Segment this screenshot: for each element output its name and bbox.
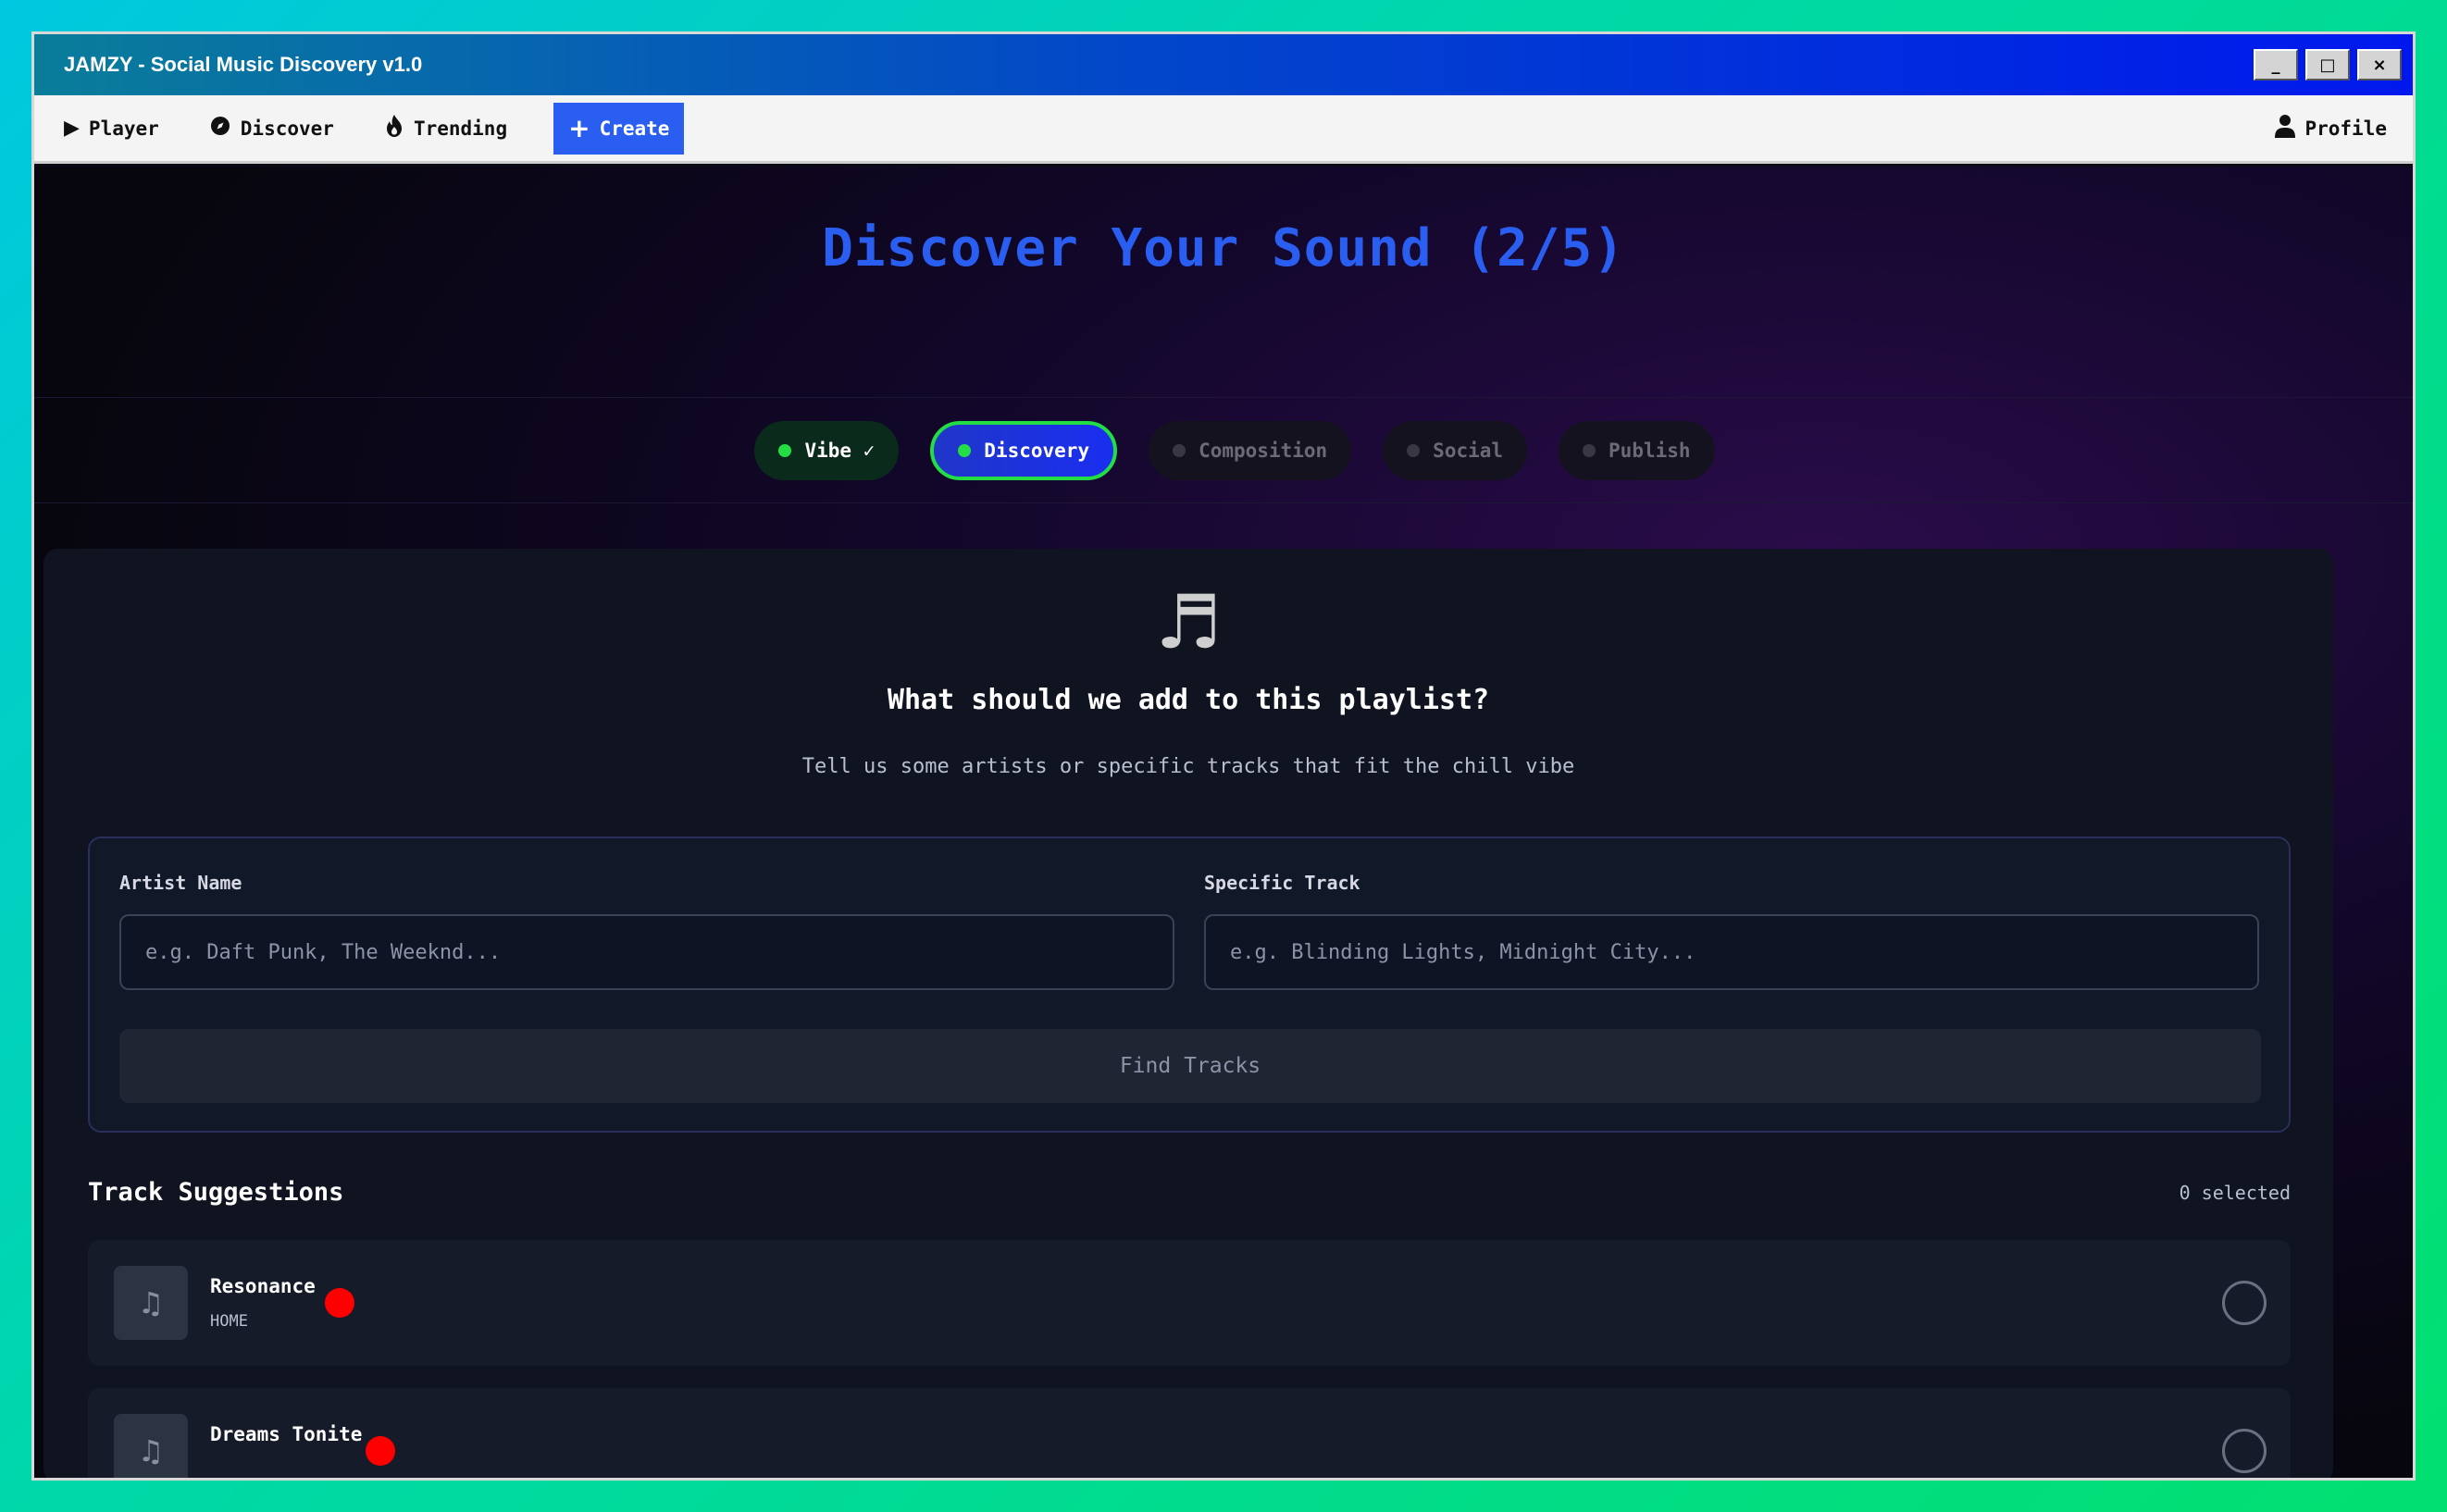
plus-icon: +	[568, 113, 590, 143]
hero: Discover Your Sound (2/5)	[34, 167, 2413, 398]
step-vibe[interactable]: Vibe ✓	[754, 420, 900, 480]
track-item[interactable]: ♫ Dreams Tonite	[88, 1388, 2291, 1478]
step-status-dot	[1583, 443, 1596, 457]
artist-input[interactable]: e.g. Daft Punk, The Weeknd...	[119, 914, 1174, 990]
nav-discover-label: Discover	[240, 117, 334, 140]
track-item[interactable]: ♫ Resonance HOME	[88, 1240, 2291, 1366]
prompt-heading: What should we add to this playlist?	[887, 684, 1490, 716]
compass-icon	[209, 115, 231, 143]
suggestions-header: Track Suggestions 0 selected	[88, 1178, 2291, 1207]
main-content: Discover Your Sound (2/5) Vibe ✓ Discove…	[34, 167, 2413, 1478]
card-header: ♬ What should we add to this playlist? T…	[43, 549, 2333, 779]
window-controls: _ □ ×	[2254, 49, 2402, 81]
app-window: JAMZY - Social Music Discovery v1.0 _ □ …	[31, 31, 2416, 1481]
step-label: Composition	[1199, 439, 1328, 462]
track-select-radio[interactable]	[2222, 1429, 2267, 1473]
track-input[interactable]: e.g. Blinding Lights, Midnight City...	[1204, 914, 2259, 990]
step-status-dot	[1407, 443, 1421, 457]
step-publish[interactable]: Publish	[1559, 420, 1715, 480]
step-label: Publish	[1609, 439, 1691, 462]
play-icon: ▶	[64, 117, 80, 140]
step-status-dot	[958, 443, 972, 457]
track-label: Specific Track	[1204, 872, 1360, 894]
suggestions-title: Track Suggestions	[88, 1178, 344, 1207]
selected-count: 0 selected	[2179, 1181, 2291, 1204]
step-label: Social	[1433, 439, 1504, 462]
fire-icon	[384, 114, 404, 143]
artist-label: Artist Name	[119, 872, 242, 894]
nav-player[interactable]: ▶ Player	[60, 103, 163, 155]
track-name: Dreams Tonite	[210, 1423, 363, 1445]
nav-profile[interactable]: Profile	[2271, 103, 2391, 155]
music-note-icon: ♫	[114, 1266, 188, 1340]
step-progress: Vibe ✓ Discovery Composition Social Publ…	[34, 398, 2413, 503]
nav-create-label: Create	[599, 117, 670, 140]
track-select-radio[interactable]	[2222, 1281, 2267, 1325]
search-form: Artist Name e.g. Daft Punk, The Weeknd..…	[88, 837, 2291, 1133]
minimize-button[interactable]: _	[2254, 49, 2298, 81]
step-status-dot	[778, 443, 792, 457]
step-label: Vibe ✓	[804, 439, 876, 462]
step-composition[interactable]: Composition	[1149, 420, 1352, 480]
nav-discover[interactable]: Discover	[205, 103, 338, 155]
prompt-subtext: Tell us some artists or specific tracks …	[801, 755, 1575, 778]
discovery-card: ♬ What should we add to this playlist? T…	[43, 549, 2333, 1478]
nav-trending-label: Trending	[413, 117, 508, 140]
track-field-group: Specific Track e.g. Blinding Lights, Mid…	[1204, 872, 2259, 990]
step-label: Discovery	[984, 439, 1090, 462]
title-bar[interactable]: JAMZY - Social Music Discovery v1.0 _ □ …	[34, 34, 2413, 95]
page-title: Discover Your Sound (2/5)	[822, 218, 1625, 279]
nav-profile-label: Profile	[2304, 117, 2387, 140]
user-icon	[2275, 114, 2296, 143]
nav-bar: ▶ Player Discover Trending + Create Prof…	[34, 95, 2413, 164]
record-dot-icon	[325, 1288, 354, 1318]
step-social[interactable]: Social	[1383, 420, 1528, 480]
nav-trending[interactable]: Trending	[380, 103, 511, 155]
music-note-icon: ♫	[114, 1414, 188, 1478]
close-button[interactable]: ×	[2357, 49, 2402, 81]
find-tracks-button[interactable]: Find Tracks	[119, 1029, 2261, 1103]
window-title: JAMZY - Social Music Discovery v1.0	[64, 53, 423, 76]
track-name: Resonance	[210, 1275, 316, 1297]
record-dot-icon	[366, 1436, 395, 1466]
track-artist: HOME	[210, 1312, 248, 1331]
step-discovery[interactable]: Discovery	[930, 420, 1118, 480]
music-note-icon: ♬	[1155, 579, 1222, 665]
nav-create-button[interactable]: + Create	[553, 102, 685, 155]
nav-player-label: Player	[88, 117, 159, 140]
step-status-dot	[1173, 443, 1186, 457]
maximize-button[interactable]: □	[2305, 49, 2350, 81]
artist-field-group: Artist Name e.g. Daft Punk, The Weeknd..…	[119, 872, 1174, 990]
